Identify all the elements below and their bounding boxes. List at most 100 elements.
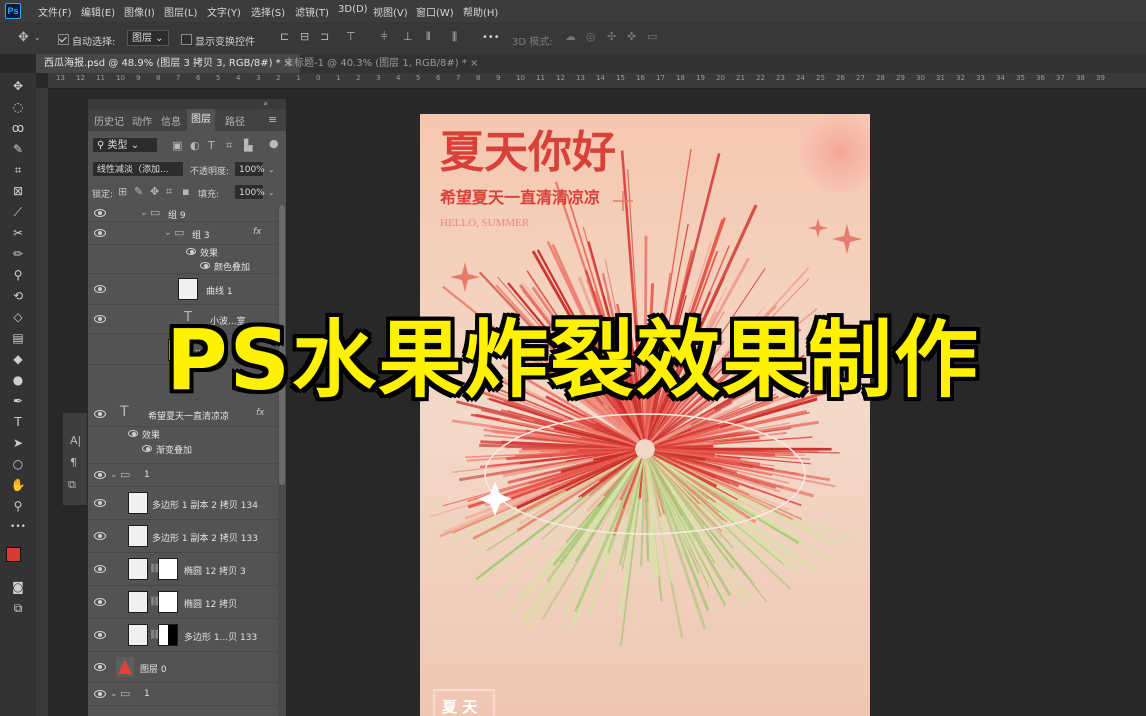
frame-tool-icon[interactable]: ⊠ [8,182,28,200]
layer-group[interactable]: ⌄ ▭ 1 [88,464,278,487]
3d-roll-icon[interactable]: ◎ [586,31,596,43]
ellipse-tool-icon[interactable]: ○ [8,455,28,473]
healing-brush-icon[interactable]: ✂ [8,224,28,242]
chevron-down-icon[interactable]: ⌄ [140,207,148,219]
layer-group[interactable]: ⌄ ▭ 组 9 [88,205,278,222]
crop-tool-icon[interactable]: ⌗ [8,161,28,179]
3d-pan-icon[interactable]: ✣ [607,31,616,43]
eye-icon[interactable] [142,445,152,452]
more-options-button[interactable]: ••• [482,32,500,43]
3d-orbit-icon[interactable]: ☁ [565,31,576,43]
layer-group[interactable]: ⌄ ▭ 组 3 fx [88,222,278,245]
quick-mask-icon[interactable]: ◙ [8,578,28,596]
path-select-icon[interactable]: ➤ [8,434,28,452]
filter-shape-icon[interactable]: ⌗ [226,140,232,152]
filter-pixel-icon[interactable]: ▣ [172,140,182,152]
tab-layers[interactable]: 图层 [187,109,215,131]
layer-item[interactable]: 图层 0 [88,652,278,683]
align-middle-icon[interactable]: ⫩ [381,31,387,43]
tab-watermelon-poster[interactable]: 西瓜海报.psd @ 48.9% (图层 3 拷贝 3, RGB/8#) * × [36,54,301,73]
chevron-down-icon[interactable]: ⌄ [268,187,275,199]
layer-item[interactable]: ⛓ 椭圆 12 拷贝 [88,586,278,619]
move-tool-icon[interactable]: ✥ [18,31,29,44]
marquee-tool-icon[interactable]: ◌ [8,98,28,116]
lock-all-icon[interactable]: ▪ [182,186,189,198]
layer-item[interactable]: 多边形 1 副本 2 拷贝 133 [88,520,278,553]
eye-icon[interactable] [94,598,106,606]
lock-paint-icon[interactable]: ✎ [134,186,143,198]
chevron-down-icon[interactable]: ⌄ [34,32,41,44]
menu-help[interactable]: 帮助(H) [463,4,498,19]
foreground-color-swatch[interactable] [6,547,21,562]
align-right-icon[interactable]: ⊐ [320,31,329,43]
photoshop-logo-icon[interactable]: Ps [5,3,21,19]
magic-wand-icon[interactable]: ✎ [8,140,28,158]
align-center-icon[interactable]: ⊟ [300,31,309,43]
lasso-tool-icon[interactable]: ꝏ [8,119,28,137]
show-transform-checkbox[interactable] [181,34,192,45]
move-tool-icon[interactable]: ✥ [8,77,28,95]
auto-select-checkbox[interactable] [58,34,69,45]
lock-artboard-icon[interactable]: ⌗ [166,186,172,198]
chevron-down-icon[interactable]: ⌄ [110,469,118,481]
tab-paths[interactable]: 路径 [225,113,245,128]
3d-slide-icon[interactable]: ✜ [627,31,636,43]
eye-icon[interactable] [94,631,106,639]
layers-scrollbar[interactable] [278,205,286,716]
history-brush-icon[interactable]: ⟲ [8,287,28,305]
menu-select[interactable]: 选择(S) [251,4,285,19]
menu-layer[interactable]: 图层(L) [164,4,197,19]
layer-item[interactable]: 曲线 1 [88,274,278,305]
lock-pixels-icon[interactable]: ⊞ [118,186,127,198]
chevron-down-icon[interactable]: ⌄ [110,688,118,700]
eye-icon[interactable] [94,285,106,293]
tab-untitled-1[interactable]: 未标题-1 @ 40.3% (图层 1, RGB/8#) * × [276,54,486,73]
blend-mode-dropdown[interactable]: 线性减淡（添加... [92,161,184,177]
stamp-tool-icon[interactable]: ⚲ [8,266,28,284]
lock-position-icon[interactable]: ✥ [150,186,159,198]
eye-icon[interactable] [94,663,106,671]
menu-image[interactable]: 图像(I) [124,4,155,19]
paragraph-icon[interactable]: ¶ [70,457,77,469]
filter-adjust-icon[interactable]: ◐ [190,140,200,152]
character-icon[interactable]: A| [70,435,81,447]
eye-icon[interactable] [94,499,106,507]
eye-icon[interactable] [94,690,106,698]
3d-camera-icon[interactable]: ▭ [647,31,657,43]
layer-item[interactable]: ⛓ 椭圆 12 拷贝 3 [88,553,278,586]
align-left-icon[interactable]: ⊏ [280,31,289,43]
filter-toggle-icon[interactable]: ● [269,138,279,150]
eye-icon[interactable] [94,565,106,573]
screen-mode-icon[interactable]: ⧉ [8,599,28,617]
more-tools-icon[interactable]: ••• [8,518,28,536]
close-icon[interactable]: × [470,58,478,69]
layer-comps-icon[interactable]: ⧉ [68,479,76,491]
auto-select-dropdown[interactable]: 图层 ⌄ [127,30,169,46]
menu-type[interactable]: 文字(Y) [207,4,241,19]
layer-group[interactable]: ⌄ ▭ 1 [88,683,278,706]
align-top-icon[interactable]: ⊤ [346,31,356,43]
eye-icon[interactable] [186,248,196,255]
eyedropper-icon[interactable]: ⟋ [8,203,28,221]
zoom-tool-icon[interactable]: ⚲ [8,497,28,515]
type-tool-icon[interactable]: T [8,413,28,431]
distribute-icon[interactable]: ⫴ [426,31,431,43]
filter-smart-icon[interactable]: ▙ [244,140,252,152]
tab-history[interactable]: 历史记 [94,113,124,128]
layer-item[interactable]: 多边形 1 副本 2 拷贝 134 [88,487,278,520]
menu-view[interactable]: 视图(V) [373,4,408,19]
eye-icon[interactable] [94,209,106,217]
eye-icon[interactable] [94,229,106,237]
menu-filter[interactable]: 滤镜(T) [295,4,329,19]
panel-menu-icon[interactable]: ≡ [268,114,277,126]
eye-icon[interactable] [200,262,210,269]
menu-window[interactable]: 窗口(W) [416,4,454,19]
canvas[interactable]: 夏天你好 希望夏天一直清清凉凉 HELLO, SUMMER 夏 天 [420,114,870,716]
brush-tool-icon[interactable]: ✏ [8,245,28,263]
eye-icon[interactable] [94,532,106,540]
tab-info[interactable]: 信息 [161,113,181,128]
eye-icon[interactable] [128,430,138,437]
menu-file[interactable]: 文件(F) [38,4,72,19]
menu-edit[interactable]: 编辑(E) [81,4,115,19]
opacity-field[interactable]: 100% [234,161,265,177]
